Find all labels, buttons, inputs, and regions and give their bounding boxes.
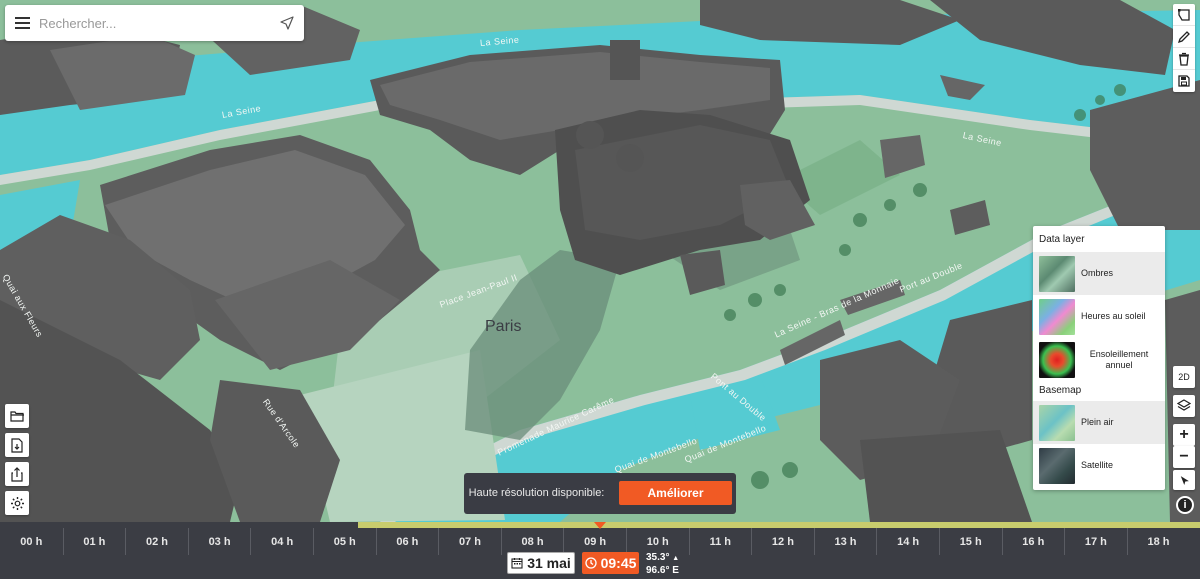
compass-button[interactable] bbox=[1173, 470, 1195, 490]
share-icon bbox=[11, 466, 23, 482]
settings-button[interactable] bbox=[5, 491, 29, 515]
layer-label: Satellite bbox=[1081, 460, 1114, 470]
layers-button[interactable] bbox=[1173, 395, 1195, 417]
data-layer-title: Data layer bbox=[1039, 234, 1085, 245]
timeline[interactable]: 00 h 01 h 02 h 03 h 04 h 05 h 06 h 07 h 08 h 09 h… bbox=[0, 522, 1200, 579]
map-canvas[interactable]: La Seine La Seine La Seine La Seine - Br… bbox=[0, 0, 1200, 522]
basemap-item-satellite[interactable]: Satellite bbox=[1033, 444, 1165, 487]
sun-position: 35.3° ▲ 96.6° E bbox=[646, 552, 679, 577]
hour-tick[interactable]: 06 h bbox=[375, 528, 439, 555]
date-picker[interactable]: 31 mai bbox=[507, 552, 575, 574]
sun-azimuth: 96.6° E bbox=[646, 565, 679, 576]
hour-tick[interactable]: 11 h bbox=[688, 528, 752, 555]
mode-2d-button[interactable]: 2D bbox=[1173, 366, 1195, 388]
navigate-icon[interactable] bbox=[270, 5, 304, 41]
menu-icon[interactable] bbox=[5, 5, 39, 41]
city-label: Paris bbox=[485, 318, 522, 335]
annual-sun-thumbnail bbox=[1039, 341, 1075, 378]
layer-item-heures-soleil[interactable]: Heures au soleil bbox=[1033, 295, 1165, 338]
hour-tick[interactable]: 17 h bbox=[1064, 528, 1127, 555]
hour-tick[interactable]: 14 h bbox=[876, 528, 939, 555]
hour-tick[interactable]: 15 h bbox=[938, 528, 1002, 555]
hour-tick[interactable]: 09 h bbox=[563, 528, 626, 555]
share-button[interactable] bbox=[5, 462, 29, 486]
layer-item-ensoleillement[interactable]: Ensoleillement annuel bbox=[1033, 338, 1165, 381]
layer-label: Plein air bbox=[1081, 417, 1114, 427]
date-value: 31 mai bbox=[527, 555, 571, 571]
hour-tick[interactable]: 07 h bbox=[438, 528, 501, 555]
open-folder-button[interactable] bbox=[5, 404, 29, 428]
time-picker[interactable]: 09:45 bbox=[582, 552, 639, 574]
hour-tick[interactable]: 13 h bbox=[813, 528, 877, 555]
gear-icon bbox=[10, 496, 24, 510]
draw-toolbar bbox=[1173, 4, 1195, 92]
calendar-icon bbox=[511, 558, 523, 569]
sun-elevation: 35.3° bbox=[646, 552, 670, 563]
search-bar bbox=[5, 5, 304, 41]
clock-icon bbox=[584, 557, 597, 569]
layer-panel: Data layer Ombres Heures au soleil Ensol… bbox=[1033, 226, 1165, 490]
hour-tick[interactable]: 02 h bbox=[125, 528, 188, 555]
hour-tick[interactable]: 05 h bbox=[312, 528, 376, 555]
export-file-button[interactable] bbox=[5, 433, 29, 457]
pencil-icon[interactable] bbox=[1173, 26, 1195, 48]
hour-tick[interactable]: 03 h bbox=[187, 528, 251, 555]
search-input[interactable] bbox=[39, 5, 270, 41]
info-button[interactable]: i bbox=[1176, 496, 1194, 514]
time-value: 09:45 bbox=[600, 555, 637, 571]
high-resolution-banner: Haute résolution disponible: Améliorer bbox=[464, 473, 736, 514]
basemap-title: Basemap bbox=[1039, 385, 1082, 396]
outdoor-thumbnail bbox=[1039, 404, 1075, 441]
banner-text: Haute résolution disponible: bbox=[468, 487, 605, 499]
hour-tick[interactable]: 16 h bbox=[1001, 528, 1065, 555]
improve-button[interactable]: Améliorer bbox=[619, 481, 732, 505]
elevation-arrow-icon: ▲ bbox=[672, 555, 680, 562]
layer-item-ombres[interactable]: Ombres bbox=[1033, 252, 1165, 295]
map-render bbox=[0, 0, 1200, 522]
layer-label: Ensoleillement annuel bbox=[1089, 348, 1149, 370]
compass-icon bbox=[1180, 476, 1189, 485]
hour-tick[interactable]: 18 h bbox=[1126, 528, 1190, 555]
trash-icon[interactable] bbox=[1173, 48, 1195, 70]
zoom-out-button[interactable]: − bbox=[1173, 446, 1195, 468]
satellite-thumbnail bbox=[1039, 447, 1075, 484]
file-download-icon bbox=[11, 437, 23, 453]
shadows-thumbnail bbox=[1039, 255, 1075, 292]
zoom-in-button[interactable]: + bbox=[1173, 424, 1195, 446]
time-marker[interactable] bbox=[594, 522, 606, 529]
layer-label: Heures au soleil bbox=[1081, 311, 1146, 321]
polygon-draw-icon[interactable] bbox=[1173, 4, 1195, 26]
hour-scale[interactable]: 00 h 01 h 02 h 03 h 04 h 05 h 06 h 07 h 08 h 09 h… bbox=[0, 528, 1200, 555]
hour-tick[interactable]: 12 h bbox=[751, 528, 814, 555]
hour-tick[interactable]: 04 h bbox=[250, 528, 313, 555]
hour-tick[interactable]: 08 h bbox=[500, 528, 564, 555]
sun-hours-thumbnail bbox=[1039, 298, 1075, 335]
hour-tick[interactable]: 10 h bbox=[625, 528, 689, 555]
basemap-item-plein-air[interactable]: Plein air bbox=[1033, 401, 1165, 444]
folder-icon bbox=[9, 411, 24, 422]
hour-tick[interactable]: 01 h bbox=[62, 528, 126, 555]
layer-label: Ombres bbox=[1081, 268, 1114, 278]
save-icon[interactable] bbox=[1173, 70, 1195, 92]
layers-icon bbox=[1177, 399, 1191, 411]
hour-tick[interactable]: 00 h bbox=[0, 528, 63, 555]
